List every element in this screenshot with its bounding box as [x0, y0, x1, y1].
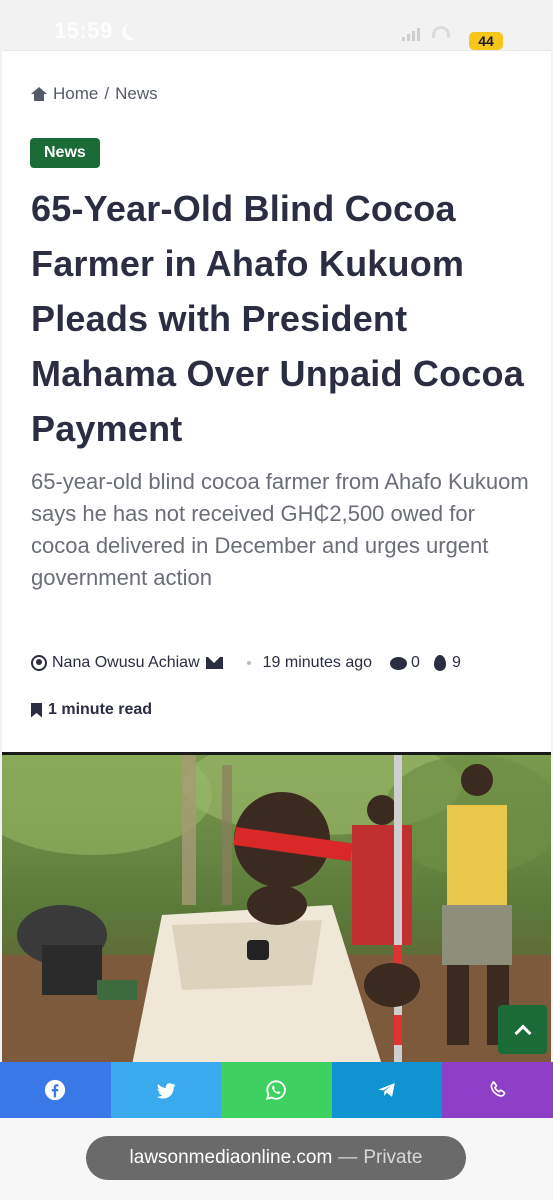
whatsapp-share-button[interactable] — [221, 1062, 332, 1118]
status-bar: 15:59 44 — [0, 0, 553, 52]
featured-image-photo — [2, 755, 551, 1062]
comment-count[interactable]: 0 — [411, 654, 420, 672]
post-date: 19 minutes ago — [262, 654, 373, 671]
whatsapp-icon — [266, 1080, 287, 1101]
phone-share-button[interactable] — [442, 1062, 553, 1118]
url-text: lawsonmediaonline.com — [129, 1147, 333, 1168]
meta-divider — [246, 661, 251, 665]
do-not-disturb-icon — [126, 22, 142, 38]
bookmark-icon — [31, 702, 42, 718]
back-to-top-button[interactable] — [498, 1005, 547, 1054]
screen: 15:59 44 Home / News News 65-Year-Old Bl… — [0, 0, 553, 1200]
author-link[interactable]: Nana Owusu Achiaw — [52, 654, 200, 672]
facebook-share-button[interactable] — [0, 1062, 111, 1118]
home-icon — [31, 87, 47, 101]
facebook-icon — [45, 1079, 66, 1101]
mail-icon[interactable] — [205, 657, 223, 669]
article-meta: Nana Owusu Achiaw 19 minutes ago 0 9 — [31, 654, 531, 672]
chevron-up-icon — [514, 1024, 531, 1041]
breadcrumb-separator: / — [104, 84, 110, 103]
category-badge[interactable]: News — [30, 138, 100, 168]
telegram-share-button[interactable] — [331, 1062, 443, 1118]
phone-icon — [490, 1081, 506, 1097]
url-separator: — — [338, 1147, 358, 1168]
reading-time: 1 minute read — [31, 701, 152, 719]
breadcrumb-news-link[interactable]: News — [115, 84, 158, 104]
signal-icon — [402, 28, 420, 41]
article-headline: 65-Year-Old Blind Cocoa Farmer in Ahafo … — [31, 188, 524, 449]
views-fire-icon — [433, 655, 446, 671]
twitter-share-button[interactable] — [110, 1062, 222, 1118]
telegram-icon — [378, 1083, 395, 1097]
reading-time-label: 1 minute read — [48, 701, 153, 718]
featured-image[interactable] — [2, 752, 551, 1062]
comments-icon[interactable] — [390, 656, 408, 670]
view-count: 9 — [451, 654, 461, 671]
status-time: 15:59 — [54, 18, 113, 43]
wifi-icon — [432, 26, 450, 38]
user-icon — [31, 655, 47, 671]
article-excerpt: 65-year-old blind cocoa farmer from Ahaf… — [31, 469, 529, 590]
breadcrumb-home-link[interactable]: Home — [53, 84, 98, 104]
article-card: Home / News News 65-Year-Old Blind Cocoa… — [2, 50, 551, 752]
browser-address-bar[interactable]: lawsonmediaonline.com — Private — [86, 1136, 466, 1180]
breadcrumb: Home / News — [31, 84, 158, 104]
private-mode-label: Private — [363, 1147, 423, 1168]
twitter-icon — [156, 1083, 176, 1099]
battery-indicator: 44 — [469, 32, 503, 50]
share-bar — [0, 1062, 553, 1118]
